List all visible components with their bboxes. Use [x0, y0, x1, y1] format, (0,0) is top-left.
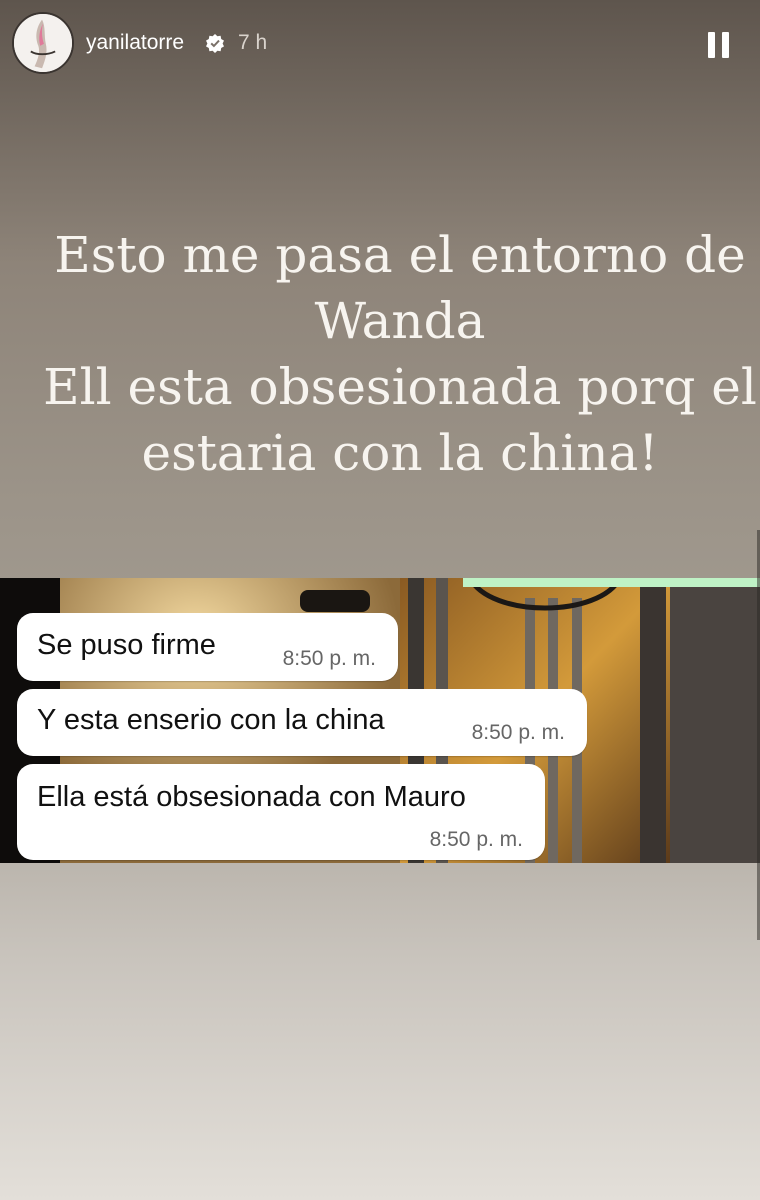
- avatar[interactable]: [12, 12, 74, 74]
- message-time: 8:50 p. m.: [282, 647, 376, 670]
- story-text-overlay: Esto me pasa el entorno de Wanda Ell est…: [40, 222, 760, 486]
- message-text: Ella está obsesionada con Mauro: [37, 781, 466, 813]
- message-text: Se puso firme: [37, 629, 216, 661]
- message-time: 8:50 p. m.: [471, 721, 565, 744]
- overlay-line-4: estaria con la china!: [141, 424, 659, 482]
- story-header: yanilatorre 7 h: [0, 0, 760, 92]
- avatar-image: [14, 14, 72, 72]
- chat-screenshot: Se puso firme 8:50 p. m. Y esta enserio …: [0, 578, 760, 863]
- accent-line: [463, 578, 760, 587]
- overlay-line-1: Esto me pasa el entorno de: [54, 226, 746, 284]
- overlay-line-2: Wanda: [314, 292, 486, 350]
- message-text: Y esta enserio con la china: [37, 704, 385, 736]
- username[interactable]: yanilatorre: [86, 31, 184, 55]
- time-ago: 7 h: [238, 31, 268, 54]
- overlay-line-3: Ell esta obsesionada porq el: [43, 358, 757, 416]
- chat-bubble: Ella está obsesionada con Mauro 8:50 p. …: [17, 764, 545, 860]
- pause-icon[interactable]: [704, 30, 734, 60]
- chat-bubble: Y esta enserio con la china 8:50 p. m.: [17, 689, 587, 756]
- verified-badge-icon: [205, 33, 225, 53]
- message-time: 8:50 p. m.: [429, 828, 523, 851]
- chat-bubble: Se puso firme 8:50 p. m.: [17, 613, 398, 681]
